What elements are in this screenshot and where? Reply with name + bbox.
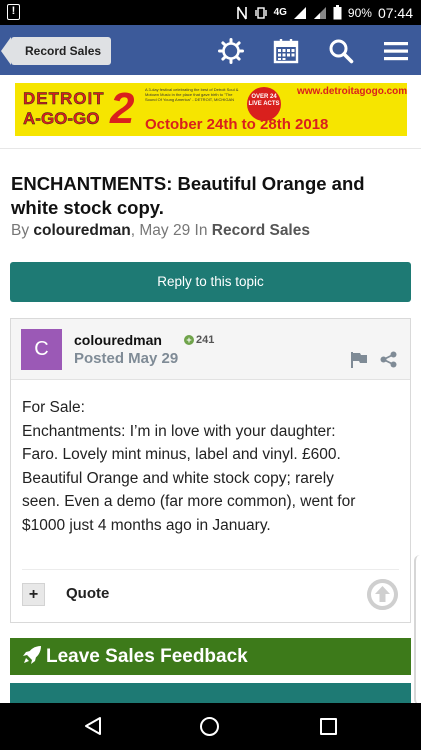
quote-button[interactable]: Quote [66, 585, 109, 602]
topic-meta: By colouredman, May 29 In Record Sales [11, 222, 310, 239]
home-icon[interactable] [200, 717, 219, 736]
post-line: For Sale: [22, 399, 85, 416]
status-icons: 4G 90% 07:44 [236, 0, 413, 25]
post-line: seen. Even a demo (far more common), wen… [22, 493, 356, 510]
signal-2-icon [313, 6, 326, 19]
alert-icon: ! [7, 4, 20, 20]
post-line: Beautiful Orange and white stock copy; r… [22, 469, 334, 487]
multiquote-add-button[interactable]: + [22, 583, 45, 606]
calendar-icon[interactable] [273, 38, 299, 64]
recent-apps-icon[interactable] [320, 718, 337, 735]
nfc-icon [236, 6, 247, 19]
share-icon[interactable] [380, 351, 397, 368]
gear-icon[interactable] [218, 38, 244, 64]
upvote-arrow-icon[interactable] [367, 579, 398, 610]
topic-forum-link[interactable]: Record Sales [212, 222, 310, 239]
banner-title-line1: DETROIT [23, 89, 105, 108]
signal-icon [293, 6, 306, 19]
reply-to-topic-button[interactable]: Reply to this topic [10, 262, 411, 302]
edge-panel-handle[interactable] [414, 555, 421, 705]
back-icon[interactable] [84, 716, 102, 736]
app-header: Record Sales [0, 25, 421, 75]
banner-number: 2 [110, 84, 135, 133]
divider [0, 148, 421, 149]
page-title: ENCHANTMENTS: Beautiful Orange and white… [11, 173, 365, 218]
banner-url: www.detroitagogo.com [297, 86, 407, 97]
status-bar: ! 4G 90% 07:44 [0, 0, 421, 25]
post-content: For Sale: Enchantments: I’m in love with… [22, 396, 397, 537]
post: C colouredman +241 Posted May 29 For Sal… [10, 318, 411, 623]
back-to-forum-button[interactable]: Record Sales [0, 37, 112, 65]
system-nav-bar [0, 703, 421, 750]
reputation-plus-icon: + [184, 335, 194, 345]
reputation-badge: +241 [184, 334, 214, 346]
banner-dates: October 24th to 28th 2018 [145, 116, 329, 133]
in-label: In [194, 222, 208, 239]
post-line: $1000 just 4 months ago in January. [22, 516, 271, 534]
banner-tagline: A 3-day festival celebrating the best of… [145, 87, 239, 102]
vibrate-icon [254, 6, 267, 19]
rocket-icon [23, 646, 41, 664]
topic-date: May 29 [139, 222, 191, 239]
topic-author-link[interactable]: colouredman [33, 222, 130, 239]
battery-icon [333, 5, 342, 20]
post-header: C colouredman +241 Posted May 29 [11, 319, 410, 380]
reputation-count: 241 [196, 334, 215, 346]
divider [22, 569, 399, 570]
search-icon[interactable] [328, 38, 354, 64]
feedback-label: Leave Sales Feedback [46, 646, 248, 667]
clock: 07:44 [377, 4, 413, 21]
post-date: Posted May 29 [74, 350, 179, 367]
battery-level: 90% [347, 5, 372, 20]
banner-title-line2: A-GO-GO [23, 109, 100, 128]
network-type: 4G [273, 7, 287, 18]
post-line: Enchantments: I’m in love with your daug… [22, 422, 336, 440]
post-author-link[interactable]: colouredman [74, 332, 162, 348]
flag-icon[interactable] [350, 352, 368, 368]
festival-banner-ad[interactable]: DETROIT A-GO-GO 2 A 3-day festival celeb… [15, 83, 407, 136]
by-label: By [11, 222, 30, 239]
avatar[interactable]: C [21, 329, 62, 370]
menu-icon[interactable] [383, 38, 409, 64]
post-line: Faro. Lovely mint minus, label and vinyl… [22, 446, 341, 463]
next-topic-button[interactable] [10, 683, 411, 703]
leave-sales-feedback-button[interactable]: Leave Sales Feedback [10, 638, 411, 675]
